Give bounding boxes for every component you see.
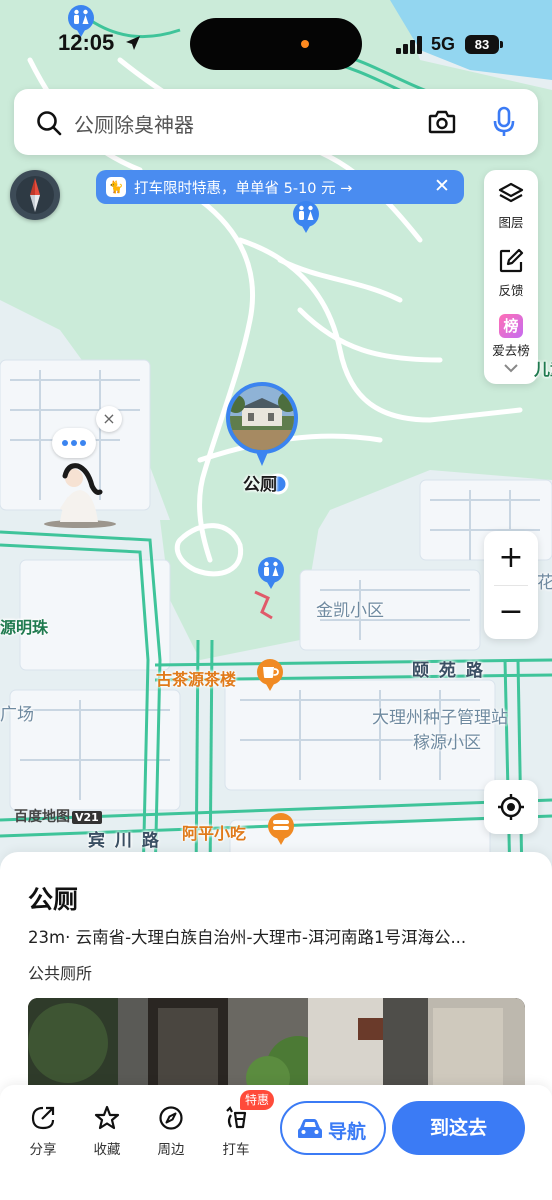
layers-label: 图层 — [498, 215, 524, 230]
favorite-label: 收藏 — [93, 1142, 121, 1158]
map-label-tea-house[interactable]: 古茶源茶楼 — [156, 666, 236, 690]
zoom-out-button[interactable]: − — [484, 585, 538, 639]
locate-button[interactable] — [484, 780, 538, 834]
attribution-badge: V21 — [72, 811, 102, 824]
rank-label: 爱去榜 — [492, 343, 530, 358]
assistant-bubble[interactable] — [52, 428, 96, 458]
place-distance: 23m — [28, 928, 66, 947]
map-label-edge-mid: 花 — [537, 573, 552, 593]
toilet-pin-icon[interactable] — [66, 4, 96, 40]
place-category: 公共厕所 — [28, 964, 93, 983]
microphone-icon[interactable] — [492, 106, 516, 138]
layers-button[interactable]: 图层 — [484, 182, 538, 231]
nearby-button[interactable]: 周边 — [146, 1105, 196, 1158]
feedback-label: 反馈 — [498, 283, 524, 298]
star-icon — [94, 1105, 120, 1130]
camera-icon[interactable] — [428, 109, 456, 135]
rank-icon: 榜 — [499, 314, 523, 338]
taxi-label: 打车 — [222, 1142, 250, 1158]
close-icon[interactable]: ✕ — [434, 175, 450, 197]
restaurant-pin-icon[interactable] — [266, 812, 296, 848]
feedback-button[interactable]: 反馈 — [484, 248, 538, 299]
place-title: 公厕 — [28, 885, 79, 914]
battery-tip — [500, 41, 503, 48]
navigate-label: 导航 — [328, 1121, 367, 1143]
rank-button[interactable]: 榜 爱去榜 — [484, 314, 538, 359]
attribution-text: 百度地图 — [14, 809, 70, 825]
map-label-edge-top: 儿童 — [534, 360, 552, 379]
bottom-action-bar: 分享 收藏 周边 打车 特惠 导航 到这去 — [0, 1085, 552, 1200]
taxi-logo-icon: 🐈 — [106, 177, 126, 197]
layers-icon — [498, 182, 524, 203]
compass-icon[interactable] — [10, 170, 60, 220]
map-label-aping[interactable]: 阿平小吃 — [182, 820, 246, 844]
map-label-yuanmingzhu: 源明珠 — [0, 618, 49, 637]
cafe-pin-icon[interactable] — [255, 658, 285, 694]
place-photo[interactable] — [28, 998, 525, 1098]
network-type: 5G — [431, 34, 456, 54]
road-label-yiyuan: 颐 苑 路 — [412, 661, 485, 681]
toilet-pin-icon[interactable] — [256, 556, 286, 592]
dynamic-island — [190, 18, 362, 70]
taxi-button[interactable]: 打车 — [211, 1105, 261, 1158]
map-label-seed-station: 大理州种子管理站 — [372, 708, 508, 728]
navigate-button[interactable]: 导航 — [280, 1101, 386, 1155]
map-label-jiayuan: 稼源小区 — [413, 733, 481, 753]
road-label-binchuan: 宾 川 路 — [88, 831, 161, 851]
location-arrow-icon — [126, 36, 140, 50]
info-separator: · — [65, 928, 76, 947]
promo-banner[interactable]: 🐈 打车限时特惠，单单省 5-10 元 → ✕ — [96, 170, 464, 204]
car-icon — [298, 1119, 322, 1138]
map-view[interactable]: 12:05 5G 83 公厕除臭神器 🐈 打车限时特惠，单单省 5-10 元 →… — [0, 0, 552, 880]
search-input[interactable]: 公厕除臭神器 — [74, 109, 194, 138]
edit-icon — [499, 248, 524, 273]
place-address[interactable]: 云南省-大理白族自治州-大理市-洱河南路1号洱海公... — [76, 928, 467, 947]
share-button[interactable]: 分享 — [18, 1105, 68, 1158]
privacy-indicator-icon — [301, 40, 309, 48]
taxi-promo-badge: 特惠 — [240, 1090, 275, 1110]
favorite-button[interactable]: 收藏 — [82, 1105, 132, 1158]
map-label-square: 广场 — [0, 705, 34, 725]
place-info: 23m· 云南省-大理白族自治州-大理市-洱河南路1号洱海公... — [28, 924, 528, 948]
marker-label: 公厕 — [243, 475, 277, 495]
nearby-label: 周边 — [157, 1142, 185, 1158]
search-bar[interactable]: 公厕除臭神器 — [14, 89, 538, 155]
signal-icon — [396, 36, 422, 54]
promo-text: 打车限时特惠，单单省 5-10 元 → — [134, 181, 353, 197]
map-label-jinkai: 金凯小区 — [316, 601, 384, 621]
battery-icon: 83 — [465, 35, 499, 54]
map-toolbar: 图层 反馈 榜 爱去榜 — [484, 170, 538, 384]
share-label: 分享 — [29, 1142, 57, 1158]
zoom-control: + − — [484, 531, 538, 639]
crosshair-icon — [498, 794, 524, 820]
zoom-in-button[interactable]: + — [484, 531, 538, 585]
toilet-pin-icon[interactable] — [291, 200, 321, 236]
go-there-button[interactable]: 到这去 — [392, 1101, 525, 1155]
chevron-down-icon[interactable] — [484, 362, 538, 376]
share-icon — [31, 1106, 55, 1130]
selected-place-marker[interactable] — [226, 382, 298, 454]
assistant-avatar-icon[interactable] — [40, 462, 122, 530]
search-icon — [37, 111, 62, 136]
compass-nearby-icon — [159, 1106, 183, 1130]
close-bubble-icon[interactable]: × — [96, 406, 122, 432]
map-attribution: 百度地图 V21 — [14, 806, 102, 826]
